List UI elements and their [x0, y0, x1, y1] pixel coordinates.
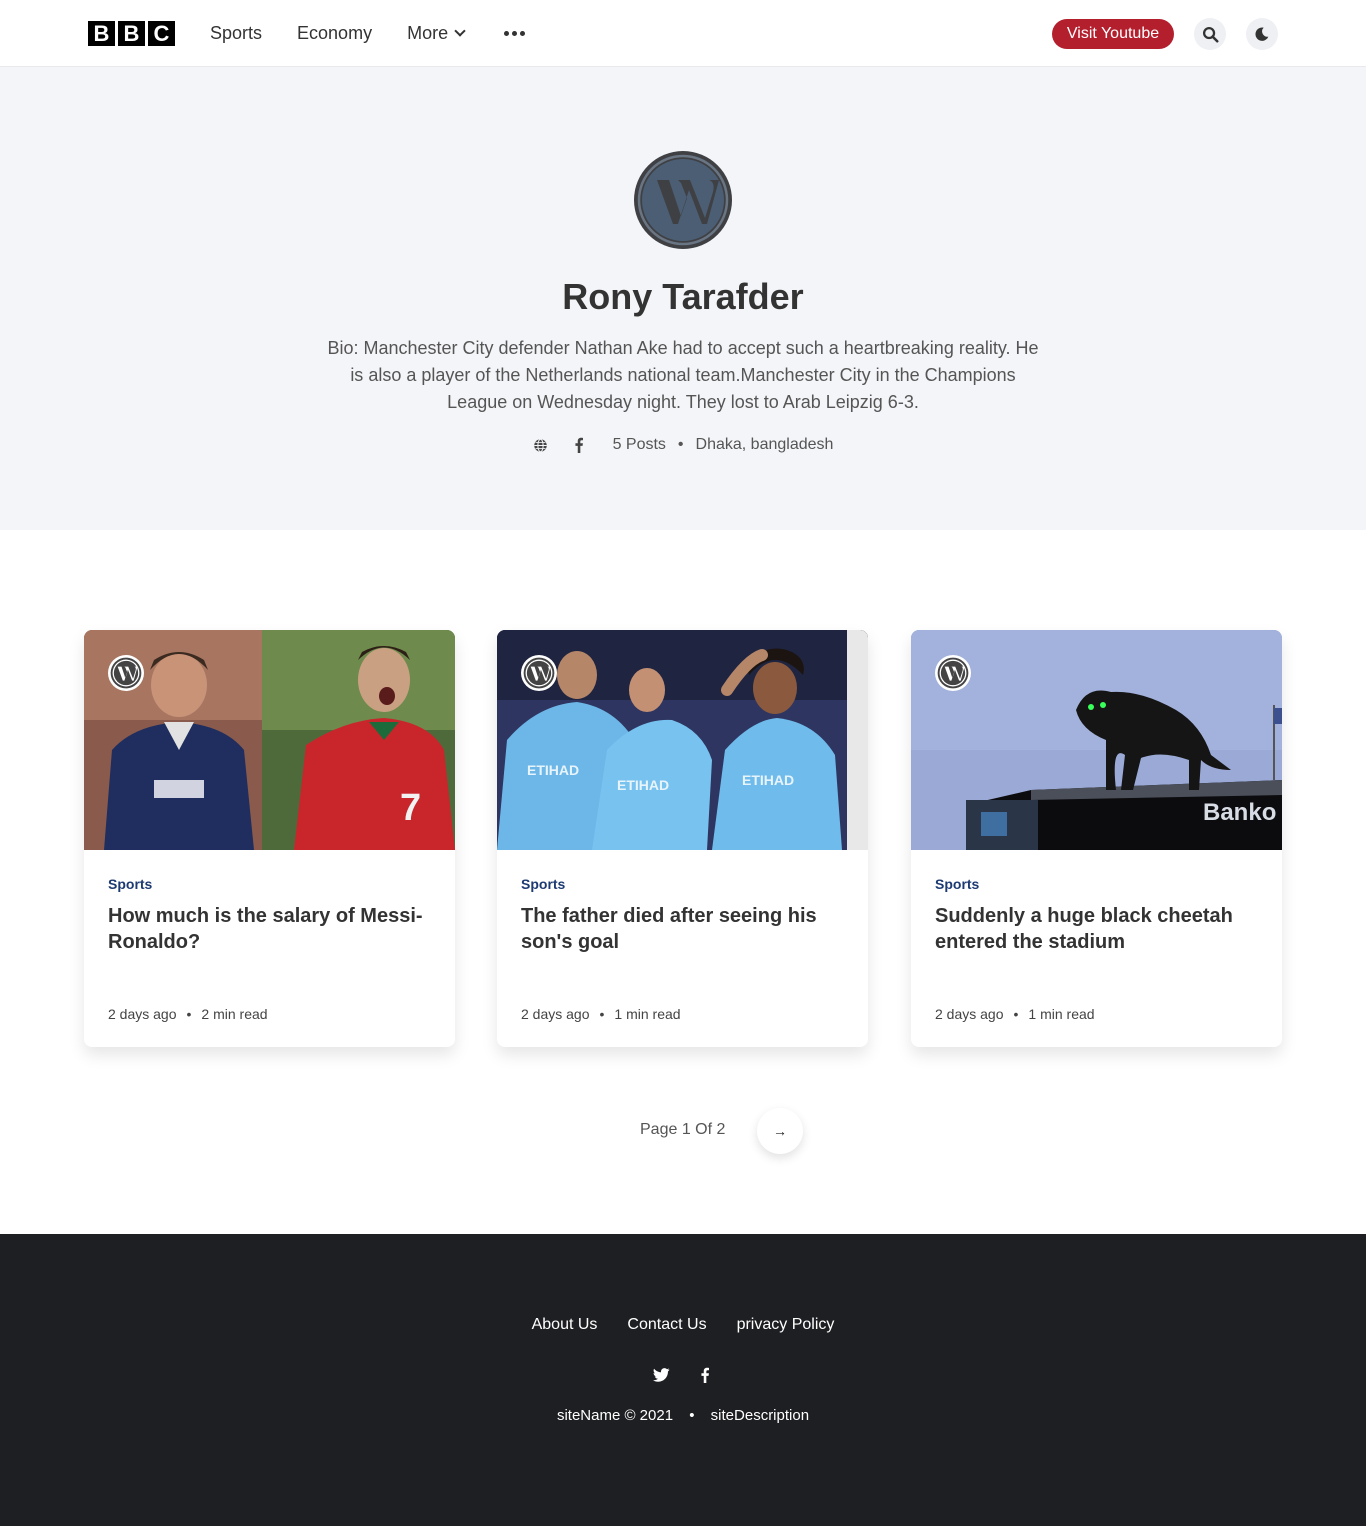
wordpress-icon [935, 655, 971, 691]
logo-letter-b1: B [88, 21, 115, 46]
footer-separator: • [689, 1407, 695, 1424]
footer-link-about[interactable]: About Us [532, 1316, 598, 1334]
meta-separator: • [599, 1006, 605, 1022]
footer-links: About Us Contact Us privacy Policy [0, 1316, 1366, 1334]
post-read-time: 1 min read [614, 1006, 681, 1022]
nav-item-more-label: More [407, 23, 449, 43]
post-image-messi-ronaldo[interactable]: 7 [84, 630, 455, 850]
bbc-logo[interactable]: B B C [88, 21, 175, 46]
post-date: 2 days ago [521, 1006, 590, 1022]
footer-social [0, 1366, 1366, 1384]
facebook-icon[interactable] [571, 437, 587, 453]
chevron-down-icon [454, 24, 466, 37]
globe-icon[interactable] [533, 437, 549, 453]
post-title[interactable]: How much is the salary of Messi-Ronaldo? [108, 903, 438, 955]
post-grid: 7 Sports How much is the salary of Messi… [84, 630, 1282, 1048]
post-meta: 2 days ago • 2 min read [108, 1006, 268, 1022]
nav-item-economy[interactable]: Economy [297, 21, 372, 45]
svg-text:Banko: Banko [1203, 799, 1276, 826]
nav-item-sports[interactable]: Sports [210, 21, 262, 45]
visit-youtube-button[interactable]: Visit Youtube [1052, 19, 1174, 49]
post-category[interactable]: Sports [108, 876, 152, 892]
author-meta: 5 Posts • Dhaka, bangladesh [0, 436, 1366, 454]
svg-text:ETIHAD: ETIHAD [742, 772, 794, 788]
svg-text:ETIHAD: ETIHAD [527, 762, 579, 778]
nav-item-more[interactable]: More [407, 21, 466, 45]
meta-separator: • [186, 1006, 192, 1022]
post-date: 2 days ago [108, 1006, 177, 1022]
post-image-black-cheetah[interactable]: Banko [911, 630, 1282, 850]
footer-copyright: siteName © 2021 • siteDescription [0, 1407, 1366, 1424]
site-description: siteDescription [710, 1407, 810, 1424]
post-read-time: 2 min read [201, 1006, 268, 1022]
copyright-text: siteName © 2021 [556, 1407, 674, 1424]
next-page-button[interactable]: → [757, 1108, 803, 1154]
post-card[interactable]: Banko Sports Suddenly a huge black cheet… [911, 630, 1282, 1047]
dark-mode-toggle[interactable] [1246, 18, 1278, 50]
wordpress-icon [108, 655, 144, 691]
post-count: 5 Posts [612, 436, 666, 453]
footer-link-privacy[interactable]: privacy Policy [737, 1316, 835, 1334]
wordpress-icon [521, 655, 557, 691]
post-title[interactable]: Suddenly a huge black cheetah entered th… [935, 903, 1265, 955]
meta-separator: • [1013, 1006, 1019, 1022]
post-meta: 2 days ago • 1 min read [935, 1006, 1095, 1022]
post-meta: 2 days ago • 1 min read [521, 1006, 681, 1022]
svg-text:7: 7 [400, 787, 421, 829]
post-title[interactable]: The father died after seeing his son's g… [521, 903, 851, 955]
post-category[interactable]: Sports [935, 876, 979, 892]
meta-separator: • [677, 436, 684, 453]
search-icon [1202, 26, 1219, 43]
logo-letter-c: C [148, 21, 175, 46]
author-name: Rony Tarafder [562, 276, 804, 317]
author-bio: Bio: Manchester City defender Nathan Ake… [327, 338, 1039, 412]
footer-link-contact[interactable]: Contact Us [627, 1316, 706, 1334]
author-avatar [634, 151, 732, 249]
post-read-time: 1 min read [1028, 1006, 1095, 1022]
post-card[interactable]: 7 Sports How much is the salary of Messi… [84, 630, 455, 1047]
main-nav: Sports Economy More [210, 21, 560, 45]
facebook-icon[interactable] [696, 1366, 714, 1384]
post-image-man-city-goal[interactable]: ETIHAD ETIHAD ETIHAD [497, 630, 868, 850]
site-footer: About Us Contact Us privacy Policy siteN… [0, 1234, 1366, 1526]
svg-text:ETIHAD: ETIHAD [617, 777, 669, 793]
author-profile-section: Rony Tarafder Bio: Manchester City defen… [0, 67, 1366, 530]
pagination-label: Page 1 Of 2 [640, 1121, 726, 1138]
moon-icon [1255, 27, 1269, 41]
twitter-icon[interactable] [652, 1366, 670, 1384]
site-header: B B C Sports Economy More Visit Youtube [0, 0, 1366, 67]
post-category[interactable]: Sports [521, 876, 565, 892]
more-dots-icon[interactable] [504, 30, 526, 36]
post-date: 2 days ago [935, 1006, 1004, 1022]
search-button[interactable] [1194, 18, 1226, 50]
logo-letter-b2: B [118, 21, 145, 46]
author-location: Dhaka, bangladesh [695, 436, 834, 453]
arrow-right-icon: → [773, 1123, 787, 1139]
post-card[interactable]: ETIHAD ETIHAD ETIHAD Sports The father d… [497, 630, 868, 1047]
